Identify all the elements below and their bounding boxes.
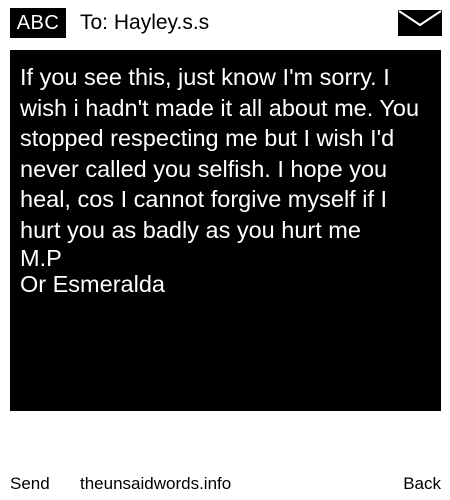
recipient-label[interactable]: To: Hayley.s.s [80,8,209,38]
signature-name: Or Esmeralda [20,271,165,297]
softkey-bar: Send theunsaidwords.info Back [0,470,450,498]
message-header: ABC To: Hayley.s.s [0,0,450,44]
signature-initials: M.P [20,245,62,271]
back-button[interactable]: Back [403,470,441,498]
phone-screen: ABC To: Hayley.s.s If you see this, just… [0,0,450,500]
input-mode-badge[interactable]: ABC [10,8,66,38]
message-body-field[interactable]: If you see this, just know I'm sorry. I … [10,50,441,411]
envelope-icon [398,10,442,36]
message-text: If you see this, just know I'm sorry. I … [20,64,420,243]
site-label: theunsaidwords.info [80,474,232,493]
send-button[interactable]: Send [10,470,50,498]
